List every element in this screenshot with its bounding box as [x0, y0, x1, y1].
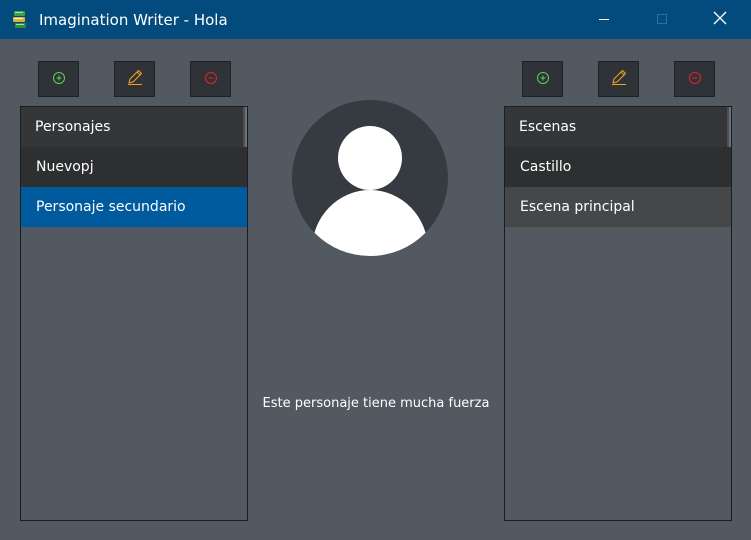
edit-scene-button[interactable]	[598, 61, 639, 97]
list-item[interactable]: Personaje secundario	[21, 187, 247, 227]
pencil-icon	[126, 68, 144, 90]
list-item[interactable]: Nuevopj	[21, 147, 247, 187]
characters-list[interactable]: Personajes Nuevopj Personaje secundario	[20, 106, 248, 521]
pencil-icon	[610, 68, 628, 90]
app-window: Imagination Writer - Hola Personajes Nue…	[0, 0, 751, 540]
plus-circle-icon	[52, 70, 66, 89]
maximize-button[interactable]	[639, 0, 685, 39]
edit-character-button[interactable]	[114, 61, 155, 97]
books-icon	[12, 10, 28, 30]
user-avatar-icon	[292, 100, 448, 256]
minus-circle-icon	[688, 70, 702, 89]
add-scene-button[interactable]	[522, 61, 563, 97]
scenes-list[interactable]: Escenas Castillo Escena principal	[504, 106, 732, 521]
characters-scrollbar[interactable]	[245, 107, 247, 147]
scenes-scrollbar[interactable]	[729, 107, 731, 147]
minus-circle-icon	[204, 70, 218, 89]
list-item[interactable]: Escena principal	[505, 187, 731, 227]
scenes-header: Escenas	[505, 107, 729, 147]
minimize-icon	[598, 10, 610, 29]
character-description: Este personaje tiene mucha fuerza	[262, 396, 490, 411]
characters-header: Personajes	[21, 107, 245, 147]
maximize-icon	[656, 10, 668, 29]
close-icon	[713, 10, 727, 29]
title-bar[interactable]: Imagination Writer - Hola	[0, 0, 751, 39]
remove-scene-button[interactable]	[674, 61, 715, 97]
close-button[interactable]	[697, 0, 743, 39]
window-title: Imagination Writer - Hola	[39, 11, 228, 29]
add-character-button[interactable]	[38, 61, 79, 97]
plus-circle-icon	[536, 70, 550, 89]
minimize-button[interactable]	[581, 0, 627, 39]
list-item[interactable]: Castillo	[505, 147, 731, 187]
remove-character-button[interactable]	[190, 61, 231, 97]
